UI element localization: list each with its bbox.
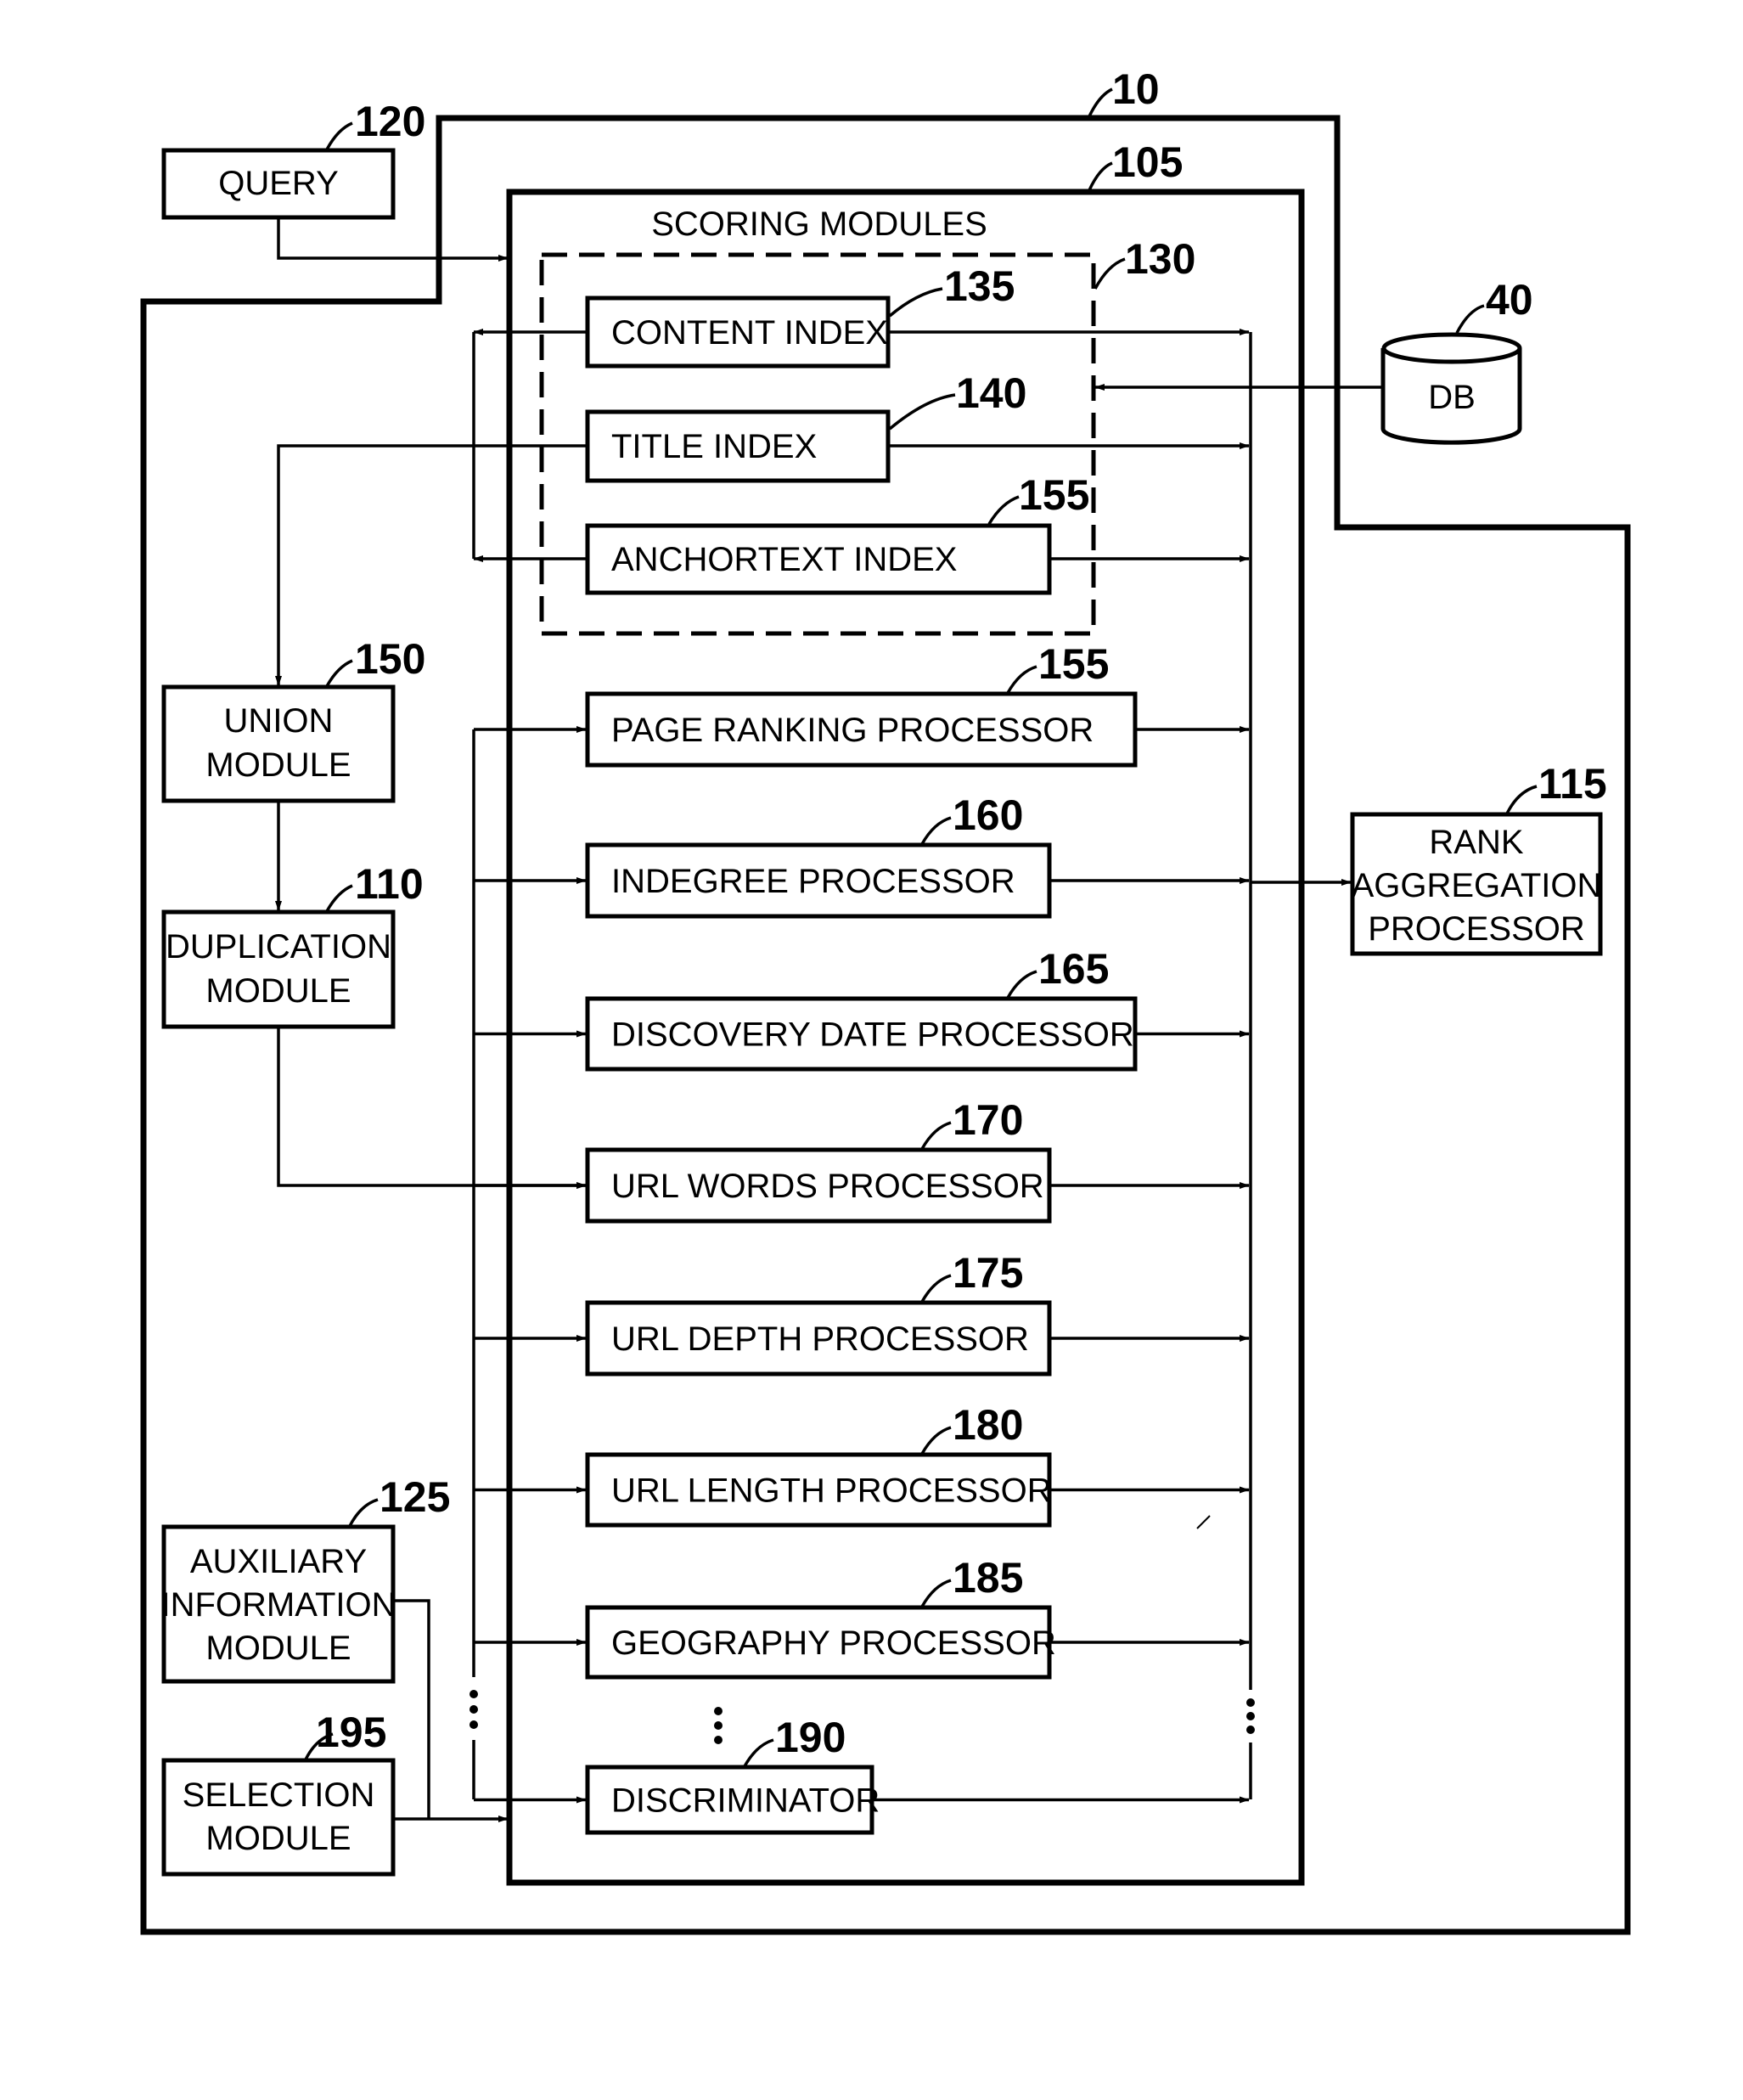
query-connector <box>277 217 509 262</box>
leader-line-40 <box>1455 304 1485 334</box>
ref-system: 10 <box>1112 65 1160 113</box>
rank-label-line3: PROCESSOR <box>1368 910 1585 948</box>
leader-line-135 <box>888 287 943 318</box>
union-label-line2: MODULE <box>205 746 351 784</box>
left-bus-ellipsis <box>469 1690 478 1729</box>
processor-ellipsis <box>714 1707 723 1744</box>
index-label: TITLE INDEX <box>611 428 817 465</box>
ref-scoring: 105 <box>1112 138 1183 186</box>
ref-selection: 195 <box>316 1709 386 1756</box>
processor-label: DISCOVERY DATE PROCESSOR <box>611 1016 1134 1054</box>
rank-label-line1: RANK <box>1429 824 1523 861</box>
ref-aux: 125 <box>380 1473 450 1521</box>
index-title[interactable]: TITLE INDEX <box>585 409 891 483</box>
processor-ref: 180 <box>953 1401 1023 1449</box>
db-label: DB <box>1428 379 1476 416</box>
aux-label-line2: INFORMATION <box>160 1586 396 1624</box>
processor-ref: 160 <box>953 791 1023 839</box>
db-cylinder-top <box>1381 332 1522 364</box>
processor-leader-line <box>920 1426 952 1455</box>
rank-aggregation-processor[interactable]: RANK AGGREGATION PROCESSOR <box>1350 812 1603 956</box>
selection-label-line2: MODULE <box>205 1820 351 1857</box>
leader-line-130 <box>1094 257 1126 290</box>
duplication-label-line1: DUPLICATION <box>166 928 391 966</box>
index-label: ANCHORTEXT INDEX <box>611 541 957 578</box>
auxiliary-information-module[interactable]: AUXILIARY INFORMATION MODULE <box>160 1524 396 1684</box>
aux-connector <box>393 1599 430 1819</box>
ref-title-index: 140 <box>956 369 1026 417</box>
processor-leader-line <box>743 1738 774 1767</box>
processor-discriminator[interactable]: DISCRIMINATOR <box>585 1765 880 1835</box>
processor-ref: 175 <box>953 1249 1023 1297</box>
leader-line-125 <box>348 1498 379 1527</box>
union-module[interactable]: UNION MODULE <box>161 684 396 803</box>
processor-leader-line <box>920 1121 952 1150</box>
aux-label-line3: MODULE <box>205 1630 351 1667</box>
aux-label-line1: AUXILIARY <box>190 1543 367 1580</box>
ref-db: 40 <box>1486 276 1533 324</box>
rank-label-line2: AGGREGATION <box>1352 867 1602 904</box>
ref-content-index: 135 <box>944 262 1015 310</box>
block-diagram: 10 105 SCORING MODULES 130 QUERY 120 DB … <box>140 65 1631 1935</box>
leader-line-140 <box>888 393 956 431</box>
scoring-modules-title: SCORING MODULES <box>651 205 987 243</box>
stray-mark <box>1196 1515 1211 1529</box>
processor-ref: 190 <box>775 1714 846 1761</box>
processor-url-length-processor[interactable]: URL LENGTH PROCESSOR <box>585 1452 1052 1528</box>
processor-label: DISCRIMINATOR <box>611 1782 880 1820</box>
leader-line-120 <box>325 121 353 150</box>
selection-module[interactable]: SELECTION MODULE <box>161 1758 396 1877</box>
processor-label: GEOGRAPHY PROCESSOR <box>611 1624 1056 1662</box>
leader-line-110 <box>325 884 353 912</box>
duplication-to-url-words <box>277 1027 587 1189</box>
ref-rank: 115 <box>1538 760 1607 808</box>
processor-ref: 165 <box>1038 945 1109 993</box>
ref-index-group: 130 <box>1125 235 1195 283</box>
index-anchortext[interactable]: ANCHORTEXT INDEX <box>585 523 1052 595</box>
duplication-module[interactable]: DUPLICATION MODULE <box>161 909 396 1029</box>
processor-leader-line <box>920 1274 952 1303</box>
leader-line-155a <box>987 495 1020 525</box>
leader-line-115 <box>1505 785 1538 814</box>
processor-indegree-processor[interactable]: INDEGREE PROCESSOR <box>585 842 1052 919</box>
selection-label-line1: SELECTION <box>183 1776 375 1814</box>
union-label-line1: UNION <box>224 702 334 740</box>
processor-label: INDEGREE PROCESSOR <box>611 863 1015 900</box>
processor-leader-line <box>1006 665 1037 694</box>
database[interactable]: DB <box>1380 332 1522 445</box>
ref-anchortext-index: 155 <box>1019 471 1089 519</box>
leader-line-105 <box>1088 161 1113 191</box>
processor-url-words-processor[interactable]: URL WORDS PROCESSOR <box>585 1147 1052 1224</box>
processor-label: URL LENGTH PROCESSOR <box>611 1472 1052 1510</box>
processor-discovery-date-processor[interactable]: DISCOVERY DATE PROCESSOR <box>585 996 1138 1072</box>
processor-ref: 155 <box>1038 640 1109 688</box>
processor-leader-line <box>920 1579 952 1607</box>
right-bus-ellipsis <box>1246 1698 1255 1734</box>
processor-geography-processor[interactable]: GEOGRAPHY PROCESSOR <box>585 1605 1056 1680</box>
processor-label: PAGE RANKING PROCESSOR <box>611 712 1094 749</box>
ref-duplication: 110 <box>355 860 424 908</box>
index-content[interactable]: CONTENT INDEX <box>585 296 891 369</box>
processor-label: URL DEPTH PROCESSOR <box>611 1320 1029 1358</box>
processor-page-ranking-processor[interactable]: PAGE RANKING PROCESSOR <box>585 691 1138 768</box>
processor-leader-line <box>1006 970 1037 999</box>
duplication-label-line2: MODULE <box>205 972 351 1010</box>
processor-leader-line <box>920 816 952 845</box>
processor-label: URL WORDS PROCESSOR <box>611 1168 1044 1205</box>
processor-url-depth-processor[interactable]: URL DEPTH PROCESSOR <box>585 1300 1052 1377</box>
ref-query: 120 <box>355 98 425 145</box>
ref-union: 150 <box>355 635 425 683</box>
processor-ref: 170 <box>953 1096 1023 1144</box>
index-label: CONTENT INDEX <box>611 314 888 352</box>
processor-ref: 185 <box>953 1554 1023 1602</box>
leader-line-150 <box>325 659 353 687</box>
query-label: QUERY <box>218 165 339 202</box>
leader-line-10 <box>1088 87 1113 117</box>
